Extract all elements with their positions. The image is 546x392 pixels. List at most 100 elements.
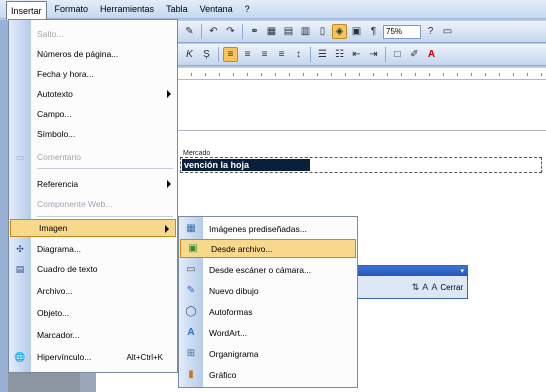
menu-item-label: Salto... <box>37 29 64 39</box>
menu-item-object[interactable]: Objeto... <box>9 304 177 322</box>
diagram-icon: ✣ <box>16 243 24 254</box>
font-color-icon[interactable]: A <box>424 47 439 62</box>
menu-herramientas[interactable]: Herramientas <box>96 3 158 15</box>
scanner-icon: ▭ <box>186 264 196 275</box>
font-size-down-icon[interactable]: A <box>431 282 437 292</box>
submenu-item-label: Desde archivo... <box>211 243 273 254</box>
help-icon[interactable]: ? <box>423 24 438 39</box>
increase-indent-icon[interactable]: ⇥ <box>366 47 381 62</box>
align-center-icon[interactable]: ≡ <box>240 47 255 62</box>
menu-item-bookmark[interactable]: Marcador... <box>9 326 177 344</box>
menu-item-page-numbers[interactable]: Números de página... <box>9 45 177 63</box>
menu-bar: Insertar Formato Herramientas Tabla Vent… <box>0 0 546 20</box>
align-left-icon[interactable]: ≡ <box>223 47 238 62</box>
submenu-item-autoshapes[interactable]: ◯ Autoformas <box>179 302 357 321</box>
submenu-item-chart[interactable]: ▮ Gráfico <box>179 365 357 384</box>
menu-ventana[interactable]: Ventana <box>196 3 237 15</box>
columns-icon[interactable]: ▯ <box>315 24 330 39</box>
blank-icon <box>9 25 31 43</box>
menu-tabla[interactable]: Tabla <box>162 3 192 15</box>
document-page-top <box>178 80 546 136</box>
strikethrough-icon[interactable]: Ș <box>199 47 214 62</box>
submenu-item-org-chart[interactable]: ⊞ Organigrama <box>179 344 357 363</box>
highlight-icon[interactable]: ✐ <box>407 47 422 62</box>
menu-insertar[interactable]: Insertar <box>6 0 47 20</box>
insert-table-icon[interactable]: ▤ <box>281 24 296 39</box>
drawing-icon[interactable]: ◈ <box>332 24 347 39</box>
insert-menu: Salto... Números de página... Fecha y ho… <box>8 19 178 373</box>
submenu-item-new-drawing[interactable]: ✎ Nuevo dibujo <box>179 281 357 300</box>
clipart-icon: ▦ <box>186 223 196 234</box>
menu-item-comment[interactable]: ▭ Comentario <box>9 148 177 166</box>
menu-item-field[interactable]: Campo... <box>9 105 177 123</box>
new-drawing-icon: ✎ <box>186 285 196 296</box>
selected-text[interactable]: vención la hoja <box>182 159 310 171</box>
menu-item-autotext[interactable]: Autotexto <box>9 85 177 103</box>
hyperlink-icon[interactable]: ⚭ <box>247 24 262 39</box>
submenu-item-scanner[interactable]: ▭ Desde escáner o cámara... <box>179 260 357 279</box>
chart-icon: ▮ <box>188 369 194 380</box>
document-map-icon[interactable]: ▣ <box>349 24 364 39</box>
menu-item-image[interactable]: Imagen <box>10 219 176 237</box>
line-spacing-icon[interactable]: ↕ <box>291 47 306 62</box>
text-direction-icon[interactable]: ⇅ <box>412 282 420 293</box>
toolbar-separator <box>218 47 219 62</box>
close-floating-toolbar-button[interactable]: Cerrar <box>440 283 463 292</box>
font-size-up-icon[interactable]: A <box>422 282 428 292</box>
menu-item-shortcut: Alt+Ctrl+K <box>126 352 163 362</box>
undo-icon[interactable]: ↶ <box>206 24 221 39</box>
align-right-icon[interactable]: ≡ <box>257 47 272 62</box>
menu-item-file[interactable]: Archivo... <box>9 282 177 300</box>
submenu-arrow-icon <box>167 180 171 188</box>
submenu-item-label: Desde escáner o cámara... <box>209 264 312 275</box>
blank-icon <box>9 85 31 103</box>
decrease-indent-icon[interactable]: ⇤ <box>349 47 364 62</box>
menu-item-label: Objeto... <box>37 308 70 318</box>
show-hide-icon[interactable]: ¶ <box>366 24 381 39</box>
menu-separator <box>37 168 173 169</box>
menu-item-symbol[interactable]: Símbolo... <box>9 125 177 143</box>
read-icon[interactable]: ▭ <box>440 24 455 39</box>
bullets-icon[interactable]: ☷ <box>332 47 347 62</box>
blank-icon <box>9 304 31 322</box>
justify-icon[interactable]: ≡ <box>274 47 289 62</box>
floating-toolbar-titlebar[interactable]: ▾ <box>357 266 467 276</box>
tables-borders-icon[interactable]: ▦ <box>264 24 279 39</box>
hyperlink-icon: 🌐 <box>14 351 26 362</box>
menu-separator <box>37 216 173 217</box>
menu-item-web-component[interactable]: Componente Web... <box>9 195 177 213</box>
floating-toolbar-body: ⇅ A A Cerrar <box>357 276 467 298</box>
menu-item-label: Componente Web... <box>37 199 113 209</box>
menu-item-hyperlink[interactable]: 🌐 Hipervínculo... Alt+Ctrl+K <box>9 348 177 366</box>
numbering-icon[interactable]: ☰ <box>315 47 330 62</box>
menu-item-label: Comentario <box>37 152 81 162</box>
menu-item-date-time[interactable]: Fecha y hora... <box>9 65 177 83</box>
horizontal-ruler[interactable] <box>178 68 546 80</box>
insert-excel-icon[interactable]: ▥ <box>298 24 313 39</box>
zoom-select[interactable]: 75% <box>383 24 421 39</box>
menu-item-label: Archivo... <box>37 286 73 296</box>
menu-item-textbox[interactable]: ▤ Cuadro de texto <box>9 260 177 278</box>
redo-icon[interactable]: ↷ <box>223 24 238 39</box>
blank-icon <box>9 125 31 143</box>
border-icon[interactable]: □ <box>390 47 405 62</box>
submenu-item-from-file[interactable]: ▣ Desde archivo... <box>180 239 356 258</box>
menu-item-reference[interactable]: Referencia <box>9 175 177 193</box>
submenu-item-wordart[interactable]: A WordArt... <box>179 323 357 342</box>
format-painter-icon[interactable]: ✎ <box>182 24 197 39</box>
italic-icon[interactable]: K <box>182 47 197 62</box>
submenu-arrow-icon <box>167 90 171 98</box>
menu-item-salto[interactable]: Salto... <box>9 25 177 43</box>
menu-item-label: Autotexto <box>37 89 73 99</box>
toolbar-separator <box>385 47 386 62</box>
menu-item-diagram[interactable]: ✣ Diagrama... <box>9 240 177 258</box>
blank-icon <box>9 195 31 213</box>
dropdown-icon[interactable]: ▾ <box>460 267 464 275</box>
submenu-item-clipart[interactable]: ▦ Imágenes prediseñadas... <box>179 219 357 238</box>
floating-toolbar: ▾ ⇅ A A Cerrar <box>356 265 468 299</box>
menu-formato[interactable]: Formato <box>51 3 93 15</box>
menu-item-label: Cuadro de texto <box>37 264 98 274</box>
standard-toolbar: ✎ ↶ ↷ ⚭ ▦ ▤ ▥ ▯ ◈ ▣ ¶ 75% ? ▭ <box>178 21 546 43</box>
wordart-icon: A <box>187 327 195 338</box>
menu-help[interactable]: ? <box>241 3 254 15</box>
